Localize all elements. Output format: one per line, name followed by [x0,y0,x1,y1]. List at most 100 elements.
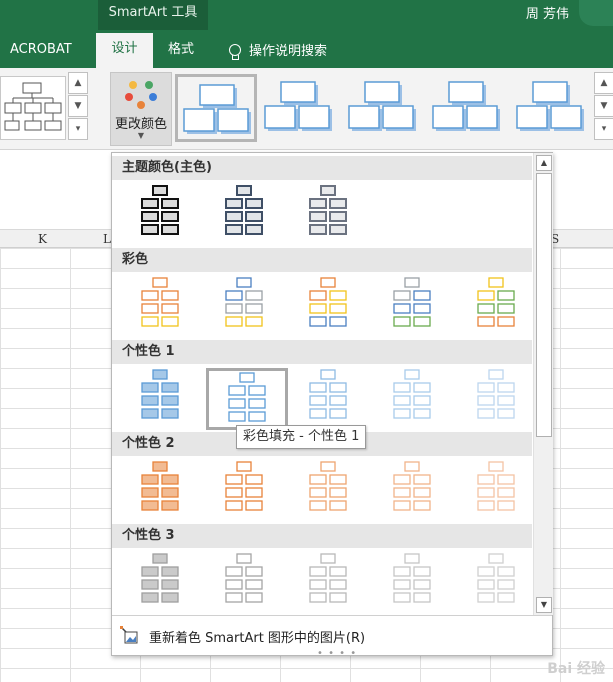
color-section-header: 个性色 1 [112,340,532,364]
color-option[interactable] [206,276,288,338]
smartart-style-icon [516,81,584,131]
smartart-style-icon [432,81,500,131]
smartart-style-icon [264,81,332,131]
color-section-row [112,272,532,340]
scrollbar-thumb[interactable] [536,173,552,437]
hierarchy-preview-icon [225,277,263,327]
hierarchy-preview-icon [225,553,263,603]
hierarchy-preview-icon [393,369,431,419]
dropdown-scrollbar[interactable]: ▲ ▼ [533,153,553,615]
color-option[interactable] [206,184,288,246]
color-option[interactable] [458,368,532,430]
layout-gallery-scroller: ▲ ▼ ▾ [68,72,88,142]
color-option[interactable] [458,460,532,522]
color-option[interactable] [290,460,372,522]
smartart-style-item[interactable] [511,74,593,142]
styles-gallery-scroller: ▲ ▼ ▾ [594,72,613,142]
color-section-row [112,180,532,248]
color-gallery: 主题颜色(主色) 彩色 个性色 1 个性色 2 个性色 3 [112,153,532,613]
palette-dot [145,81,153,89]
color-section-header: 个性色 3 [112,524,532,548]
tab-design[interactable]: 设计 [96,33,153,68]
palette-dot [129,81,137,89]
color-option[interactable] [290,552,372,613]
hierarchy-preview-icon [477,369,515,419]
color-option[interactable] [122,460,204,522]
color-option[interactable] [206,552,288,613]
palette-dot [149,93,157,101]
color-section-row [112,548,532,613]
color-option[interactable] [122,368,204,430]
hierarchy-preview-icon [393,553,431,603]
color-option[interactable] [122,552,204,613]
smartart-style-icon [183,84,251,134]
color-option[interactable] [374,460,456,522]
tell-me-label: 操作说明搜索 [249,44,328,59]
hierarchy-preview-icon [393,461,431,511]
scroll-up-icon[interactable]: ▲ [536,155,552,171]
smartart-style-item[interactable] [175,74,257,142]
color-option[interactable] [122,184,204,246]
color-option[interactable] [290,368,372,430]
tell-me-search[interactable]: 操作说明搜索 [228,36,327,68]
color-option[interactable] [206,368,288,430]
tooltip: 彩色填充 - 个性色 1 [236,425,367,449]
hierarchy-preview-icon [309,277,347,327]
hierarchy-preview-icon [141,461,179,511]
smartart-styles-gallery [175,74,593,142]
palette-dot [137,101,145,109]
color-option[interactable] [374,276,456,338]
resize-grip-icon[interactable]: • • • • [317,648,357,659]
hierarchy-preview-icon [225,461,263,511]
smartart-style-item[interactable] [427,74,509,142]
color-option[interactable] [290,184,372,246]
color-section-row [112,456,532,524]
color-section-header: 主题颜色(主色) [112,156,532,180]
tab-format[interactable]: 格式 [168,36,194,68]
change-colors-dropdown: 主题颜色(主色) 彩色 个性色 1 个性色 2 个性色 3 ▲ ▼ 重新着色 Smart… [111,152,553,659]
layout-gallery-item[interactable] [0,76,66,140]
hierarchy-preview-icon [228,372,266,422]
smartart-style-item[interactable] [259,74,341,142]
recolor-pictures-item[interactable]: 重新着色 SmartArt 图形中的图片(R) • • • • [112,615,552,659]
palette-icon [125,79,159,109]
gallery-expand-icon[interactable]: ▾ [68,118,88,140]
column-header-k[interactable]: K [38,230,47,248]
avatar[interactable] [579,0,613,26]
hierarchy-preview-icon [477,553,515,603]
scroll-up-icon[interactable]: ▲ [594,72,613,94]
recolor-pictures-label: 重新着色 SmartArt 图形中的图片(R) [149,631,366,646]
color-option[interactable] [290,276,372,338]
org-chart-layout-icon [4,82,62,131]
color-option[interactable] [206,460,288,522]
smartart-tools-context-label: SmartArt 工具 [98,0,208,30]
color-option[interactable] [374,368,456,430]
color-option[interactable] [374,552,456,613]
color-section-row [112,364,532,432]
user-name[interactable]: 周 芳伟 [526,3,569,22]
hierarchy-preview-icon [309,553,347,603]
color-option[interactable] [122,276,204,338]
scroll-down-icon[interactable]: ▼ [68,95,88,117]
color-option[interactable] [458,276,532,338]
scroll-down-icon[interactable]: ▼ [594,95,613,117]
hierarchy-preview-icon [141,185,179,235]
change-colors-button[interactable]: 更改颜色 ▼ [110,72,172,146]
gallery-expand-icon[interactable]: ▾ [594,118,613,140]
hierarchy-preview-icon [141,369,179,419]
chevron-down-icon: ▼ [137,131,145,140]
hierarchy-preview-icon [477,461,515,511]
scroll-up-icon[interactable]: ▲ [68,72,88,94]
column-header-l[interactable]: L [103,230,111,248]
hierarchy-preview-icon [393,277,431,327]
title-bar: SmartArt 工具 周 芳伟 ACROBAT 设计 格式 操作说明搜索 [0,0,613,68]
color-section-header: 彩色 [112,248,532,272]
hierarchy-preview-icon [141,277,179,327]
scroll-down-icon[interactable]: ▼ [536,597,552,613]
hierarchy-preview-icon [309,369,347,419]
smartart-style-item[interactable] [343,74,425,142]
color-option[interactable] [458,552,532,613]
palette-dot [125,93,133,101]
change-colors-label: 更改颜色 [114,117,167,132]
tab-acrobat[interactable]: ACROBAT [10,36,72,68]
